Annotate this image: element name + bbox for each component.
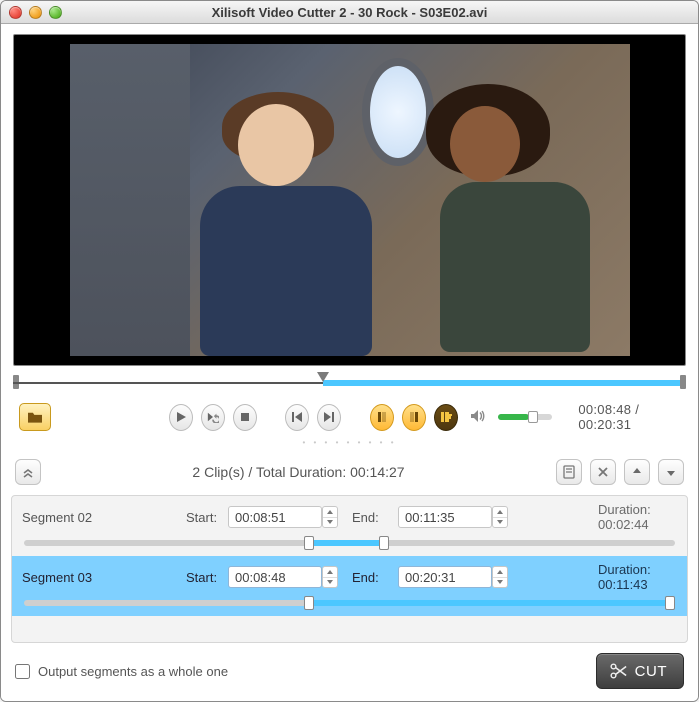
stepper-down[interactable]	[323, 578, 337, 588]
timecode-total: 00:20:31	[578, 417, 631, 432]
video-preview[interactable]	[13, 34, 686, 366]
stepper-up[interactable]	[323, 567, 337, 578]
chevrons-up-icon	[21, 465, 35, 479]
segment-row[interactable]: Segment 03 Start: End: Duration: 00:11:4…	[12, 556, 687, 616]
save-clips-button[interactable]	[556, 459, 582, 485]
content-area: 00:08:48 / 00:20:31 • • • • • • • • • 2 …	[1, 24, 698, 701]
mark-in-button[interactable]	[370, 404, 394, 431]
segment-end-input[interactable]	[398, 506, 492, 528]
segment-thumb-end[interactable]	[665, 596, 675, 610]
timecode-display: 00:08:48 / 00:20:31	[578, 402, 682, 432]
cut-button-label: CUT	[635, 663, 667, 680]
stepper-up[interactable]	[323, 507, 337, 518]
splitter-grip[interactable]: • • • • • • • • •	[1, 436, 698, 453]
start-label: Start:	[186, 510, 228, 525]
next-frame-icon	[323, 411, 335, 423]
mark-out-icon	[408, 411, 420, 423]
timecode-current: 00:08:48	[578, 402, 631, 417]
add-segment-icon	[440, 411, 452, 423]
segment-start-input[interactable]	[228, 506, 322, 528]
move-clip-down-button[interactable]	[658, 459, 684, 485]
segment-thumb-end[interactable]	[379, 536, 389, 550]
segment-duration: Duration: 00:02:44	[598, 502, 677, 532]
toggle-clip-list-button[interactable]	[15, 459, 41, 485]
play-loop-button[interactable]	[201, 404, 225, 431]
transport-controls: 00:08:48 / 00:20:31	[1, 400, 698, 436]
stepper-down[interactable]	[493, 578, 507, 588]
stepper-up[interactable]	[493, 507, 507, 518]
end-label: End:	[352, 570, 398, 585]
volume-fill	[498, 414, 530, 420]
stepper-down[interactable]	[323, 518, 337, 528]
video-frame	[70, 44, 630, 356]
volume-icon	[470, 409, 486, 426]
close-icon	[596, 465, 610, 479]
start-stepper[interactable]	[322, 506, 338, 528]
scissors-icon	[609, 662, 627, 680]
segment-track[interactable]	[24, 540, 675, 546]
minimize-window-button[interactable]	[29, 6, 42, 19]
segment-duration: Duration: 00:11:43	[598, 562, 677, 592]
play-loop-icon	[207, 411, 219, 423]
end-label: End:	[352, 510, 398, 525]
stepper-down[interactable]	[493, 518, 507, 528]
segment-name: Segment 03	[22, 570, 186, 585]
arrow-up-icon	[630, 465, 644, 479]
segment-thumb-start[interactable]	[304, 596, 314, 610]
playhead[interactable]	[317, 372, 329, 382]
open-file-button[interactable]	[19, 403, 51, 431]
stop-button[interactable]	[233, 404, 257, 431]
next-frame-button[interactable]	[317, 404, 341, 431]
segment-start-input[interactable]	[228, 566, 322, 588]
output-whole-checkbox-label[interactable]: Output segments as a whole one	[15, 664, 228, 679]
timeline[interactable]	[13, 374, 686, 392]
save-icon	[562, 465, 576, 479]
segment-range	[304, 600, 675, 606]
output-whole-checkbox[interactable]	[15, 664, 30, 679]
timeline-selection	[323, 380, 686, 386]
prev-frame-icon	[291, 411, 303, 423]
add-segment-button[interactable]	[434, 404, 458, 431]
end-stepper[interactable]	[492, 566, 508, 588]
stop-icon	[239, 411, 251, 423]
segment-name: Segment 02	[22, 510, 186, 525]
prev-frame-button[interactable]	[285, 404, 309, 431]
segment-list: Segment 02 Start: End: Duration: 00:02:4…	[11, 495, 688, 643]
cut-button[interactable]: CUT	[596, 653, 684, 689]
segment-track[interactable]	[24, 600, 675, 606]
volume-thumb[interactable]	[528, 411, 538, 423]
mark-out-button[interactable]	[402, 404, 426, 431]
segment-thumb-start[interactable]	[304, 536, 314, 550]
window-controls	[9, 6, 62, 19]
stepper-up[interactable]	[493, 567, 507, 578]
clips-toolbar: 2 Clip(s) / Total Duration: 00:14:27	[1, 453, 698, 495]
output-whole-label: Output segments as a whole one	[38, 664, 228, 679]
clips-summary: 2 Clip(s) / Total Duration: 00:14:27	[49, 464, 548, 480]
window-title: Xilisoft Video Cutter 2 - 30 Rock - S03E…	[1, 5, 698, 20]
start-stepper[interactable]	[322, 566, 338, 588]
start-label: Start:	[186, 570, 228, 585]
app-window: Xilisoft Video Cutter 2 - 30 Rock - S03E…	[0, 0, 699, 702]
mark-in-icon	[376, 411, 388, 423]
open-file-icon	[26, 410, 44, 424]
close-window-button[interactable]	[9, 6, 22, 19]
titlebar: Xilisoft Video Cutter 2 - 30 Rock - S03E…	[1, 1, 698, 24]
delete-clip-button[interactable]	[590, 459, 616, 485]
timeline-end-handle[interactable]	[680, 375, 686, 389]
zoom-window-button[interactable]	[49, 6, 62, 19]
play-icon	[175, 411, 187, 423]
segment-end-input[interactable]	[398, 566, 492, 588]
segment-row[interactable]: Segment 02 Start: End: Duration: 00:02:4…	[12, 496, 687, 556]
move-clip-up-button[interactable]	[624, 459, 650, 485]
play-button[interactable]	[169, 404, 193, 431]
end-stepper[interactable]	[492, 506, 508, 528]
volume-slider[interactable]	[498, 414, 553, 420]
arrow-down-icon	[664, 465, 678, 479]
footer: Output segments as a whole one CUT	[1, 643, 698, 701]
segment-range	[304, 540, 389, 546]
